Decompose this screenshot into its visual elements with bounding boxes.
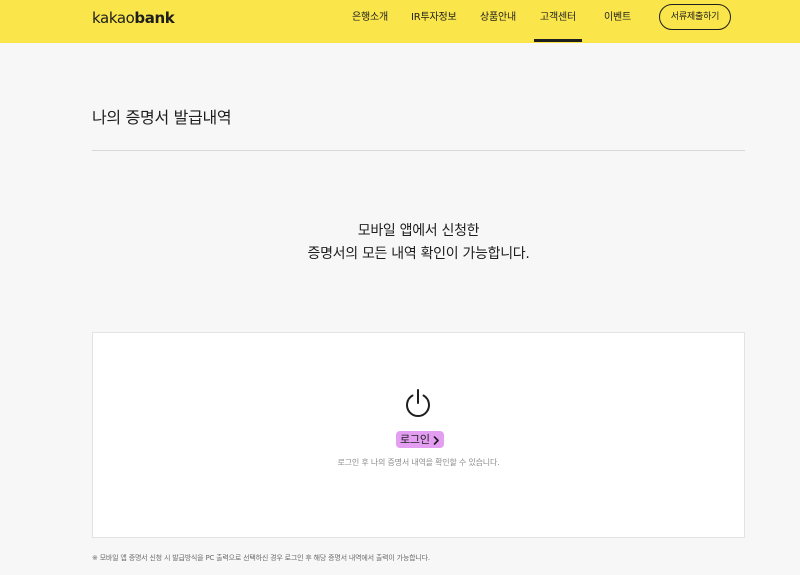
logo-part-bank: bank — [134, 9, 175, 27]
footnote: ※ 모바일 앱 증명서 신청 시 발급방식을 PC 출력으로 선택하신 경우 로… — [92, 554, 430, 562]
kakaobank-logo[interactable]: kakaobank — [92, 9, 175, 27]
login-link[interactable]: 로그인 — [396, 431, 444, 448]
intro-line-2: 증명서의 모든 내역 확인이 가능합니다. — [307, 246, 530, 262]
power-icon — [406, 389, 430, 417]
page-title: 나의 증명서 발급내역 — [92, 108, 232, 127]
submit-documents-button[interactable]: 서류제출하기 — [659, 4, 731, 30]
logo-part-kakao: kakao — [92, 9, 135, 27]
login-description: 로그인 후 나의 증명서 내역을 확인할 수 있습니다. — [337, 458, 500, 467]
title-divider — [92, 150, 745, 151]
nav-item-bank-intro[interactable]: 은행소개 — [352, 12, 388, 24]
active-nav-indicator — [534, 39, 582, 42]
nav-item-ir[interactable]: IR투자정보 — [411, 12, 457, 24]
nav-item-customer-center[interactable]: 고객센터 — [540, 12, 576, 24]
site-header: kakaobank 은행소개 IR투자정보 상품안내 고객센터 이벤트 서류제출… — [0, 0, 800, 43]
chevron-right-icon — [433, 431, 440, 448]
login-label: 로그인 — [400, 433, 430, 446]
nav-item-products[interactable]: 상품안내 — [480, 12, 516, 24]
nav-item-events[interactable]: 이벤트 — [604, 12, 631, 24]
